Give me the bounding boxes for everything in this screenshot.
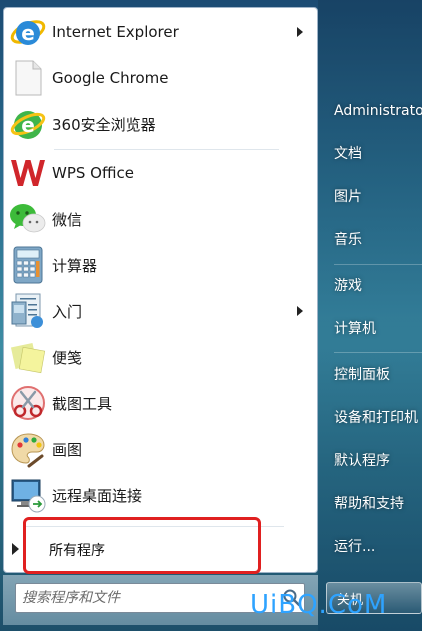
paint-icon [8,429,48,469]
svg-text:e: e [21,21,35,45]
search-input[interactable] [22,587,262,609]
chrome-document-icon [8,58,48,98]
devices-printers-link[interactable]: 设备和打印机 [334,407,418,429]
program-label: 截图工具 [52,394,113,413]
remote-desktop-icon [8,475,48,515]
browser-360-icon: e [8,104,48,144]
program-label: WPS Office [52,164,134,182]
program-item-paint[interactable]: 画图 [8,427,313,471]
default-programs-link[interactable]: 默认程序 [334,450,390,472]
program-item-calculator[interactable]: 计算器 [8,243,313,287]
program-label: 入门 [52,302,83,321]
program-label: 360安全浏览器 [52,115,156,134]
sticky-notes-icon [8,337,48,377]
program-label: 画图 [52,440,83,459]
wps-icon [8,153,48,193]
program-item-google-chrome[interactable]: Google Chrome [8,56,313,100]
pictures-link[interactable]: 图片 [334,186,362,208]
right-separator [334,264,422,265]
submenu-arrow-icon [297,27,303,37]
programs-panel: e Internet Explorer Google Chrome e 360安… [3,7,318,573]
program-item-wechat[interactable]: 微信 [8,197,313,241]
computer-link[interactable]: 计算机 [334,318,376,340]
program-separator [54,149,279,150]
program-item-snipping-tool[interactable]: 截图工具 [8,381,313,425]
program-item-360-browser[interactable]: e 360安全浏览器 [8,102,313,146]
expand-arrow-icon [12,543,19,555]
submenu-arrow-icon [297,306,303,316]
help-support-link[interactable]: 帮助和支持 [334,493,404,515]
program-label: 计算器 [52,256,98,275]
program-label: Google Chrome [52,69,169,87]
program-item-getting-started[interactable]: 入门 [8,289,313,333]
calculator-icon [8,245,48,285]
wechat-icon [8,199,48,239]
run-link[interactable]: 运行... [334,536,375,558]
program-item-sticky-notes[interactable]: 便笺 [8,335,313,379]
right-separator [334,352,422,353]
games-link[interactable]: 游戏 [334,275,362,297]
watermark: UiBQ.CoM [250,590,388,620]
highlight-annotation [23,517,261,574]
program-item-wps-office[interactable]: WPS Office [8,151,313,195]
getting-started-icon [8,291,48,331]
snipping-tool-icon [8,383,48,423]
program-label: 远程桌面连接 [52,486,143,505]
program-label: Internet Explorer [52,23,179,41]
program-label: 便笺 [52,348,83,367]
svg-text:e: e [21,113,35,137]
program-item-internet-explorer[interactable]: e Internet Explorer [8,10,313,54]
documents-link[interactable]: 文档 [334,143,362,165]
program-label: 微信 [52,210,83,229]
user-folder-link[interactable]: Administrato [334,100,422,122]
program-item-remote-desktop[interactable]: 远程桌面连接 [8,473,313,517]
music-link[interactable]: 音乐 [334,229,362,251]
control-panel-link[interactable]: 控制面板 [334,364,390,386]
ie-icon: e [8,12,48,52]
